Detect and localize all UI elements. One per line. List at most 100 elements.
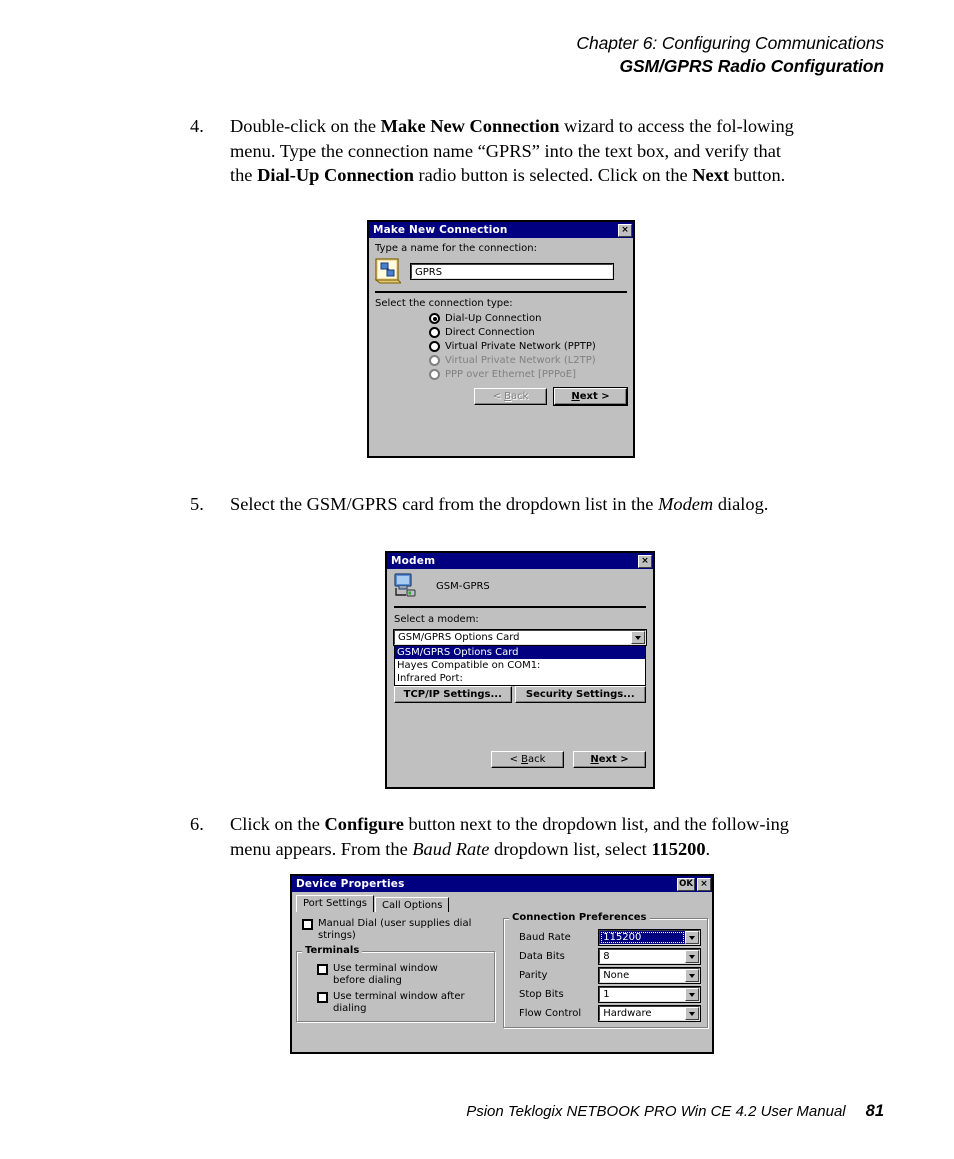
page-footer: Psion Teklogix NETBOOK PRO Win CE 4.2 Us… (466, 1102, 884, 1121)
titlebar: Device Properties OK × (292, 876, 712, 892)
next-button[interactable]: Next > (573, 751, 646, 768)
page-header: Chapter 6: Configuring Communications GS… (576, 32, 884, 78)
divider (375, 291, 627, 293)
data-bits-label: Data Bits (519, 951, 565, 962)
terminal-after-dialing-label: Use terminal window after dialing (333, 991, 465, 1014)
footer-page-number: 81 (865, 1102, 884, 1120)
close-icon[interactable]: × (618, 223, 632, 237)
tab-call-options[interactable]: Call Options (375, 897, 450, 912)
radio-icon-direct[interactable] (429, 327, 440, 338)
radio-row-dialup[interactable]: Dial-Up Connection (429, 313, 627, 324)
radio-icon-vpn-l2tp (429, 355, 440, 366)
radio-icon-pppoe (429, 369, 440, 380)
device-properties-dialog[interactable]: Device Properties OK × Port Settings Cal… (290, 874, 714, 1054)
terminal-before-dialing-label: Use terminal window before dialing (333, 963, 438, 986)
stop-bits-value: 1 (603, 989, 610, 1000)
step-5: 5. Select the GSM/GPRS card from the dro… (190, 492, 808, 517)
chevron-down-icon[interactable] (685, 969, 699, 982)
radio-icon-vpn-pptp[interactable] (429, 341, 440, 352)
terminals-group: Terminals Use terminal window before dia… (296, 945, 495, 1022)
header-section: GSM/GPRS Radio Configuration (619, 56, 884, 77)
chevron-down-icon[interactable] (685, 1007, 699, 1020)
flow-control-label: Flow Control (519, 1008, 582, 1019)
chevron-down-icon[interactable] (685, 950, 699, 963)
modem-combobox[interactable]: GSM/GPRS Options Card (393, 629, 647, 646)
radio-row-direct[interactable]: Direct Connection (429, 327, 627, 338)
tab-port-settings[interactable]: Port Settings (296, 895, 375, 912)
terminal-before-dialing-checkbox[interactable] (317, 964, 328, 975)
tabstrip: Port Settings Call Options (296, 895, 708, 912)
data-bits-value: 8 (603, 951, 610, 962)
connection-name-input[interactable]: GPRS (410, 262, 614, 280)
step-6-number: 6. (190, 814, 204, 834)
connection-preferences-title: Connection Preferences (509, 912, 650, 923)
flow-control-combobox[interactable]: Hardware (598, 1005, 701, 1022)
radio-icon-dialup[interactable] (429, 313, 440, 324)
data-bits-combobox[interactable]: 8 (598, 948, 701, 965)
modem-combobox-value: GSM/GPRS Options Card (398, 632, 520, 643)
modem-device-icon (394, 573, 422, 599)
chevron-down-icon[interactable] (685, 931, 699, 944)
step-6: 6. Click on the Configure button next to… (190, 812, 808, 861)
parity-combobox[interactable]: None (598, 967, 701, 984)
terminal-before-dialing-row[interactable]: Use terminal window before dialing (317, 963, 488, 986)
modem-dialog[interactable]: Modem × GSM-GPRS Select a modem: GSM/GPR… (385, 551, 655, 789)
dialog-title: Device Properties (296, 878, 405, 890)
connection-name-label: GSM-GPRS (436, 580, 490, 592)
connection-preferences-group: Connection Preferences Baud Rate 115200 … (503, 912, 708, 1028)
footer-manual-title: Psion Teklogix NETBOOK PRO Win CE 4.2 Us… (466, 1103, 846, 1120)
dropdown-option-infrared[interactable]: Infrared Port: (395, 672, 645, 685)
step-4-number: 4. (190, 116, 204, 136)
dialog-title: Make New Connection (373, 224, 508, 236)
step-5-text: Select the GSM/GPRS card from the dropdo… (230, 494, 769, 514)
manual-dial-label: Manual Dial (user supplies dial strings) (318, 918, 472, 941)
chevron-down-icon[interactable] (631, 631, 645, 644)
back-button[interactable]: < Back (474, 388, 547, 405)
terminals-group-title: Terminals (302, 945, 363, 956)
titlebar: Make New Connection × (369, 222, 633, 238)
modem-dropdown-list[interactable]: GSM/GPRS Options Card Hayes Compatible o… (394, 645, 646, 686)
radio-row-vpn-l2tp: Virtual Private Network (L2TP) (429, 355, 627, 366)
baud-rate-label: Baud Rate (519, 932, 571, 943)
next-button[interactable]: Next > (553, 387, 628, 406)
baud-rate-combobox[interactable]: 115200 (598, 929, 701, 946)
tcpip-settings-button[interactable]: TCP/IP Settings... (394, 686, 512, 703)
divider (394, 606, 646, 608)
stop-bits-combobox[interactable]: 1 (598, 986, 701, 1003)
step-5-number: 5. (190, 494, 204, 514)
name-prompt-label: Type a name for the connection: (375, 243, 537, 254)
radio-label-pppoe: PPP over Ethernet [PPPoE] (445, 369, 576, 380)
step-4: 4. Double-click on the Make New Connecti… (190, 114, 808, 188)
connection-type-prompt: Select the connection type: (375, 298, 513, 309)
manual-dial-checkbox[interactable] (302, 919, 313, 930)
radio-row-vpn-pptp[interactable]: Virtual Private Network (PPTP) (429, 341, 627, 352)
flow-control-value: Hardware (603, 1008, 652, 1019)
radio-label-direct: Direct Connection (445, 327, 535, 338)
dropdown-option-gsm[interactable]: GSM/GPRS Options Card (395, 646, 645, 659)
close-icon[interactable]: × (697, 877, 711, 891)
radio-label-vpn-pptp: Virtual Private Network (PPTP) (445, 341, 596, 352)
ok-button[interactable]: OK (677, 877, 695, 891)
security-settings-button[interactable]: Security Settings... (514, 686, 646, 703)
radio-row-pppoe: PPP over Ethernet [PPPoE] (429, 369, 627, 380)
parity-value: None (603, 970, 630, 981)
chevron-down-icon[interactable] (685, 988, 699, 1001)
manual-dial-row[interactable]: Manual Dial (user supplies dial strings) (302, 918, 495, 941)
back-button[interactable]: < Back (491, 751, 564, 768)
header-chapter: Chapter 6: Configuring Communications (576, 33, 884, 53)
step-6-text: Click on the Configure button next to th… (230, 814, 789, 859)
radio-label-vpn-l2tp: Virtual Private Network (L2TP) (445, 355, 596, 366)
parity-label: Parity (519, 970, 548, 981)
terminal-after-dialing-row[interactable]: Use terminal window after dialing (317, 991, 488, 1014)
dropdown-option-hayes[interactable]: Hayes Compatible on COM1: (395, 659, 645, 672)
step-4-text: Double-click on the Make New Connection … (230, 116, 794, 186)
terminal-after-dialing-checkbox[interactable] (317, 992, 328, 1003)
baud-rate-value: 115200 (600, 931, 685, 944)
dialog-title: Modem (391, 555, 436, 567)
select-modem-label: Select a modem: (394, 614, 479, 625)
stop-bits-label: Stop Bits (519, 989, 564, 1000)
make-new-connection-dialog[interactable]: Make New Connection × Type a name for th… (367, 220, 635, 458)
titlebar: Modem × (387, 553, 653, 569)
network-connection-icon (374, 257, 403, 285)
close-icon[interactable]: × (638, 554, 652, 568)
